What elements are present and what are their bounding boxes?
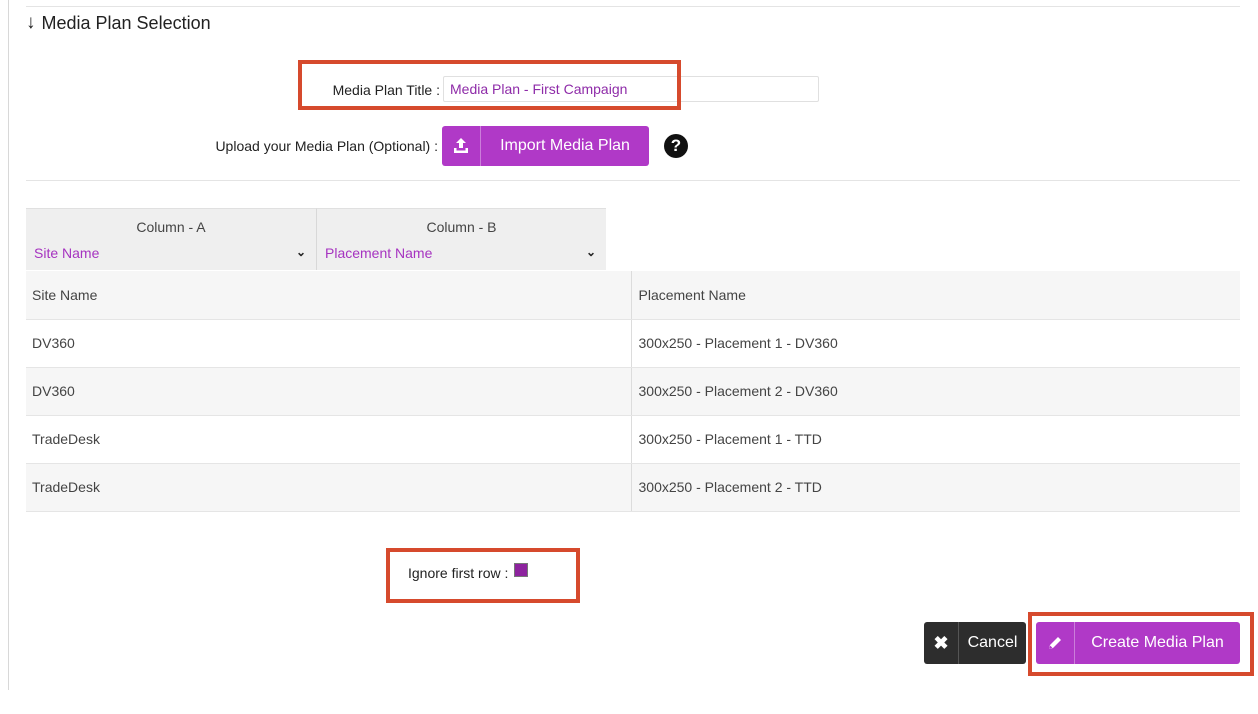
highlight-box-title: [298, 60, 681, 110]
table-cell-site: DV360: [26, 319, 632, 368]
import-media-plan-button[interactable]: Import Media Plan: [442, 126, 649, 166]
column-b-select[interactable]: Placement Name: [325, 245, 432, 261]
table-cell-site: Site Name: [26, 271, 632, 320]
chevron-down-icon[interactable]: ⌄: [296, 245, 306, 259]
times-icon: ✖: [924, 622, 959, 664]
table-cell-site: DV360: [26, 367, 632, 416]
upload-icon: [442, 126, 481, 166]
table-cell-placement: 300x250 - Placement 2 - TTD: [631, 463, 1240, 512]
upload-label: Upload your Media Plan (Optional) :: [215, 138, 438, 154]
table-cell-site: TradeDesk: [26, 415, 632, 464]
table-cell-placement: 300x250 - Placement 1 - DV360: [631, 319, 1240, 368]
table-cell-placement: Placement Name: [631, 271, 1240, 320]
highlight-box-create: [1028, 612, 1254, 676]
upload-row: Upload your Media Plan (Optional) : Impo…: [0, 126, 1258, 168]
column-a-select[interactable]: Site Name: [34, 245, 99, 261]
table-row: DV360 300x250 - Placement 1 - DV360: [26, 319, 1240, 368]
middle-divider: [26, 180, 1240, 181]
question-circle-icon[interactable]: ?: [664, 134, 688, 158]
column-a-header[interactable]: Column - A Site Name ⌄: [26, 208, 316, 270]
media-plan-preview-table: Site Name Placement Name DV360 300x250 -…: [26, 271, 1240, 512]
column-mapping-header: Column - A Site Name ⌄ Column - B Placem…: [26, 208, 606, 270]
arrow-down-icon: ↓: [26, 12, 36, 33]
cancel-button[interactable]: ✖ Cancel: [924, 622, 1026, 664]
table-row: TradeDesk 300x250 - Placement 1 - TTD: [26, 415, 1240, 464]
section-title: Media Plan Selection: [41, 12, 211, 33]
table-cell-site: TradeDesk: [26, 463, 632, 512]
highlight-box-ignore: [386, 548, 580, 603]
table-row: Site Name Placement Name: [26, 271, 1240, 320]
top-divider: [26, 6, 1240, 7]
column-b-header[interactable]: Column - B Placement Name ⌄: [316, 208, 606, 270]
table-row: TradeDesk 300x250 - Placement 2 - TTD: [26, 463, 1240, 512]
chevron-down-icon[interactable]: ⌄: [586, 245, 596, 259]
table-row: DV360 300x250 - Placement 2 - DV360: [26, 367, 1240, 416]
column-b-title: Column - B: [426, 219, 497, 235]
table-cell-placement: 300x250 - Placement 1 - TTD: [631, 415, 1240, 464]
section-header[interactable]: ↓ Media Plan Selection: [26, 12, 211, 34]
column-a-title: Column - A: [136, 219, 206, 235]
cancel-label: Cancel: [967, 634, 1018, 651]
table-cell-placement: 300x250 - Placement 2 - DV360: [631, 367, 1240, 416]
import-media-plan-label: Import Media Plan: [500, 137, 630, 154]
